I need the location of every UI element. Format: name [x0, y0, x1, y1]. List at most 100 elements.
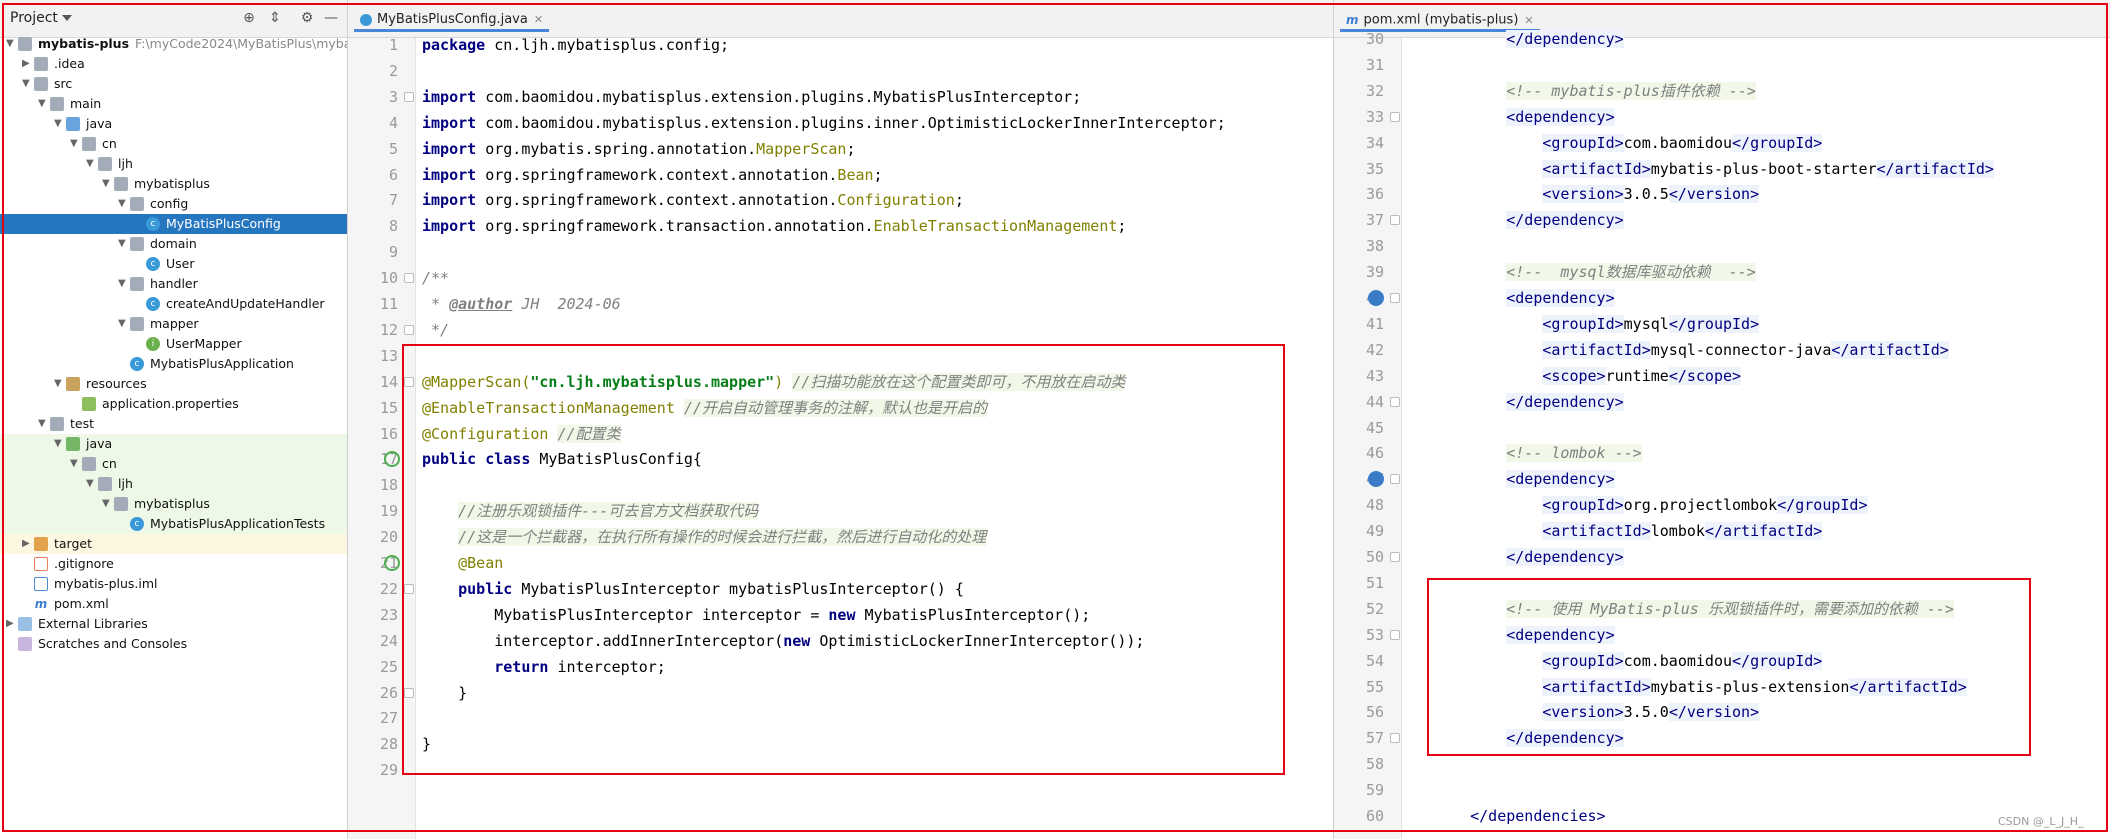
chevron-down-icon[interactable]: ▼ [118, 194, 128, 214]
chevron-down-icon[interactable]: ▼ [118, 274, 128, 294]
fold-marker-icon[interactable] [404, 687, 414, 698]
fold-marker-icon[interactable] [404, 273, 414, 284]
chevron-down-icon[interactable]: ▼ [38, 414, 48, 434]
fold-marker-icon[interactable] [1390, 474, 1400, 485]
tree-item[interactable]: application.properties [0, 394, 347, 414]
code-line[interactable]: <!-- 使用 MyBatis-plus 乐观锁插件时，需要添加的依赖 --> [1434, 596, 1954, 622]
code-line[interactable]: </dependency> [1434, 544, 1624, 570]
chevron-down-icon[interactable]: ▼ [86, 154, 96, 174]
tree-item[interactable]: ▶ .idea [0, 54, 347, 74]
tree-item[interactable]: ▼ src [0, 74, 347, 94]
chevron-down-icon[interactable]: ▼ [102, 174, 112, 194]
chevron-down-icon[interactable]: ▼ [54, 374, 64, 394]
fold-marker-icon[interactable] [404, 583, 414, 594]
code-line[interactable]: <version>3.0.5</version> [1434, 181, 1760, 207]
code-line[interactable]: </dependency> [1434, 207, 1624, 233]
chevron-down-icon[interactable]: ▼ [118, 234, 128, 254]
code-line[interactable]: @Configuration //配置类 [422, 421, 621, 447]
code-line[interactable]: <artifactId>mybatis-plus-extension</arti… [1434, 674, 1967, 700]
close-icon[interactable]: ✕ [1524, 14, 1533, 27]
code-line[interactable]: public MybatisPlusInterceptor mybatisPlu… [422, 576, 964, 602]
fold-marker-icon[interactable] [404, 91, 414, 102]
fold-marker-icon[interactable] [1390, 629, 1400, 640]
code-line[interactable]: </dependency> [1434, 389, 1624, 415]
tree-item[interactable]: c User [0, 254, 347, 274]
code-line[interactable]: interceptor.addInnerInterceptor(new Opti… [422, 628, 1144, 654]
tree-item[interactable]: ▼ java [0, 434, 347, 454]
code-line[interactable]: @Bean [422, 550, 503, 576]
code-line[interactable]: <!-- mysql数据库驱动依赖 --> [1434, 259, 1756, 285]
code-line[interactable]: @MapperScan("cn.ljh.mybatisplus.mapper")… [422, 369, 1126, 395]
tree-item[interactable]: ▼ domain [0, 234, 347, 254]
code-line[interactable]: </dependencies> [1434, 803, 1605, 829]
fold-marker-icon[interactable] [1390, 733, 1400, 744]
locate-icon[interactable]: ⊕ [240, 9, 258, 27]
code-line[interactable]: package cn.ljh.mybatisplus.config; [422, 32, 729, 58]
code-line[interactable]: <!-- mybatis-plus插件依赖 --> [1434, 78, 1756, 104]
chevron-down-icon[interactable]: ▼ [70, 134, 80, 154]
code-line[interactable]: <groupId>com.baomidou</groupId> [1434, 130, 1823, 156]
chevron-down-icon[interactable]: ▼ [38, 94, 48, 114]
chevron-down-icon[interactable]: ▼ [118, 314, 128, 334]
code-line[interactable]: */ [422, 317, 449, 343]
tree-item[interactable]: c createAndUpdateHandler [0, 294, 347, 314]
tree-item[interactable]: Scratches and Consoles [0, 634, 347, 654]
fold-marker-icon[interactable] [1390, 552, 1400, 562]
code-line[interactable]: import com.baomidou.mybatisplus.extensio… [422, 110, 1226, 136]
bean-gutter-icon[interactable] [384, 555, 400, 571]
fold-marker-icon[interactable] [1390, 396, 1400, 407]
tree-item[interactable]: ▶ External Libraries [0, 614, 347, 634]
code-line[interactable]: <dependency> [1434, 622, 1615, 648]
code-line[interactable]: import org.springframework.transaction.a… [422, 213, 1126, 239]
code-line[interactable]: /** [422, 265, 449, 291]
override-gutter-icon[interactable] [1368, 290, 1384, 306]
collapse-all-icon[interactable]: ⇕ [266, 9, 284, 27]
hide-panel-icon[interactable]: — [322, 9, 340, 27]
code-line[interactable]: <artifactId>lombok</artifactId> [1434, 518, 1823, 544]
code-line[interactable]: @EnableTransactionManagement //开启自动管理事务的… [422, 395, 987, 421]
code-line[interactable]: //注册乐观锁插件---可去官方文档获取代码 [422, 498, 759, 524]
code-line[interactable]: import org.mybatis.spring.annotation.Map… [422, 136, 856, 162]
code-line[interactable]: import org.springframework.context.annot… [422, 162, 883, 188]
code-line[interactable]: </dependency> [1434, 26, 1624, 52]
chevron-down-icon[interactable]: ▼ [102, 494, 112, 514]
code-line[interactable]: <artifactId>mysql-connector-java</artifa… [1434, 337, 1949, 363]
tree-item[interactable]: ▼ cn [0, 454, 347, 474]
tree-item[interactable]: ▼ mybatisplus [0, 494, 347, 514]
fold-marker-icon[interactable] [404, 376, 414, 387]
code-line[interactable]: return interceptor; [422, 654, 666, 680]
tree-item[interactable]: c MyBatisPlusConfig [0, 214, 347, 234]
code-line[interactable]: <!-- lombok --> [1434, 440, 1642, 466]
tree-item[interactable]: ▼ cn [0, 134, 347, 154]
tree-item[interactable]: ▼ java [0, 114, 347, 134]
tree-item[interactable]: .gitignore [0, 554, 347, 574]
close-icon[interactable]: ✕ [534, 13, 543, 26]
chevron-right-icon[interactable]: ▶ [6, 614, 16, 634]
code-line[interactable]: } [422, 731, 431, 757]
tree-item[interactable]: ▼ main [0, 94, 347, 114]
code-line[interactable]: </dependency> [1434, 725, 1624, 751]
code-line[interactable]: <version>3.5.0</version> [1434, 699, 1760, 725]
tree-item[interactable]: ▼ mybatisplus [0, 174, 347, 194]
code-line[interactable]: MybatisPlusInterceptor interceptor = new… [422, 602, 1090, 628]
code-line[interactable]: <dependency> [1434, 466, 1615, 492]
code-line[interactable]: import org.springframework.context.annot… [422, 187, 964, 213]
code-line[interactable]: <groupId>mysql</groupId> [1434, 311, 1760, 337]
tree-item[interactable]: ▼ ljh [0, 474, 347, 494]
gear-icon[interactable]: ⚙ [298, 9, 316, 27]
code-line[interactable]: //这是一个拦截器，在执行所有操作的时候会进行拦截，然后进行自动化的处理 [422, 524, 987, 550]
tab-mybatisplusconfig[interactable]: MyBatisPlusConfig.java ✕ [354, 8, 550, 32]
tree-item[interactable]: ▶ target [0, 534, 347, 554]
fold-marker-icon[interactable] [1390, 293, 1400, 303]
tree-item[interactable]: ▼ handler [0, 274, 347, 294]
tree-item[interactable]: ▼ config [0, 194, 347, 214]
code-line[interactable]: } [422, 680, 467, 706]
tree-item[interactable]: m pom.xml [0, 594, 347, 614]
chevron-right-icon[interactable]: ▶ [22, 54, 32, 74]
fold-marker-icon[interactable] [404, 324, 414, 335]
chevron-down-icon[interactable]: ▼ [6, 34, 16, 54]
code-line[interactable]: import com.baomidou.mybatisplus.extensio… [422, 84, 1081, 110]
code-line[interactable]: <groupId>org.projectlombok</groupId> [1434, 492, 1868, 518]
project-view-selector[interactable]: Project [10, 10, 72, 26]
code-line[interactable]: <artifactId>mybatis-plus-boot-starter</a… [1434, 156, 1994, 182]
